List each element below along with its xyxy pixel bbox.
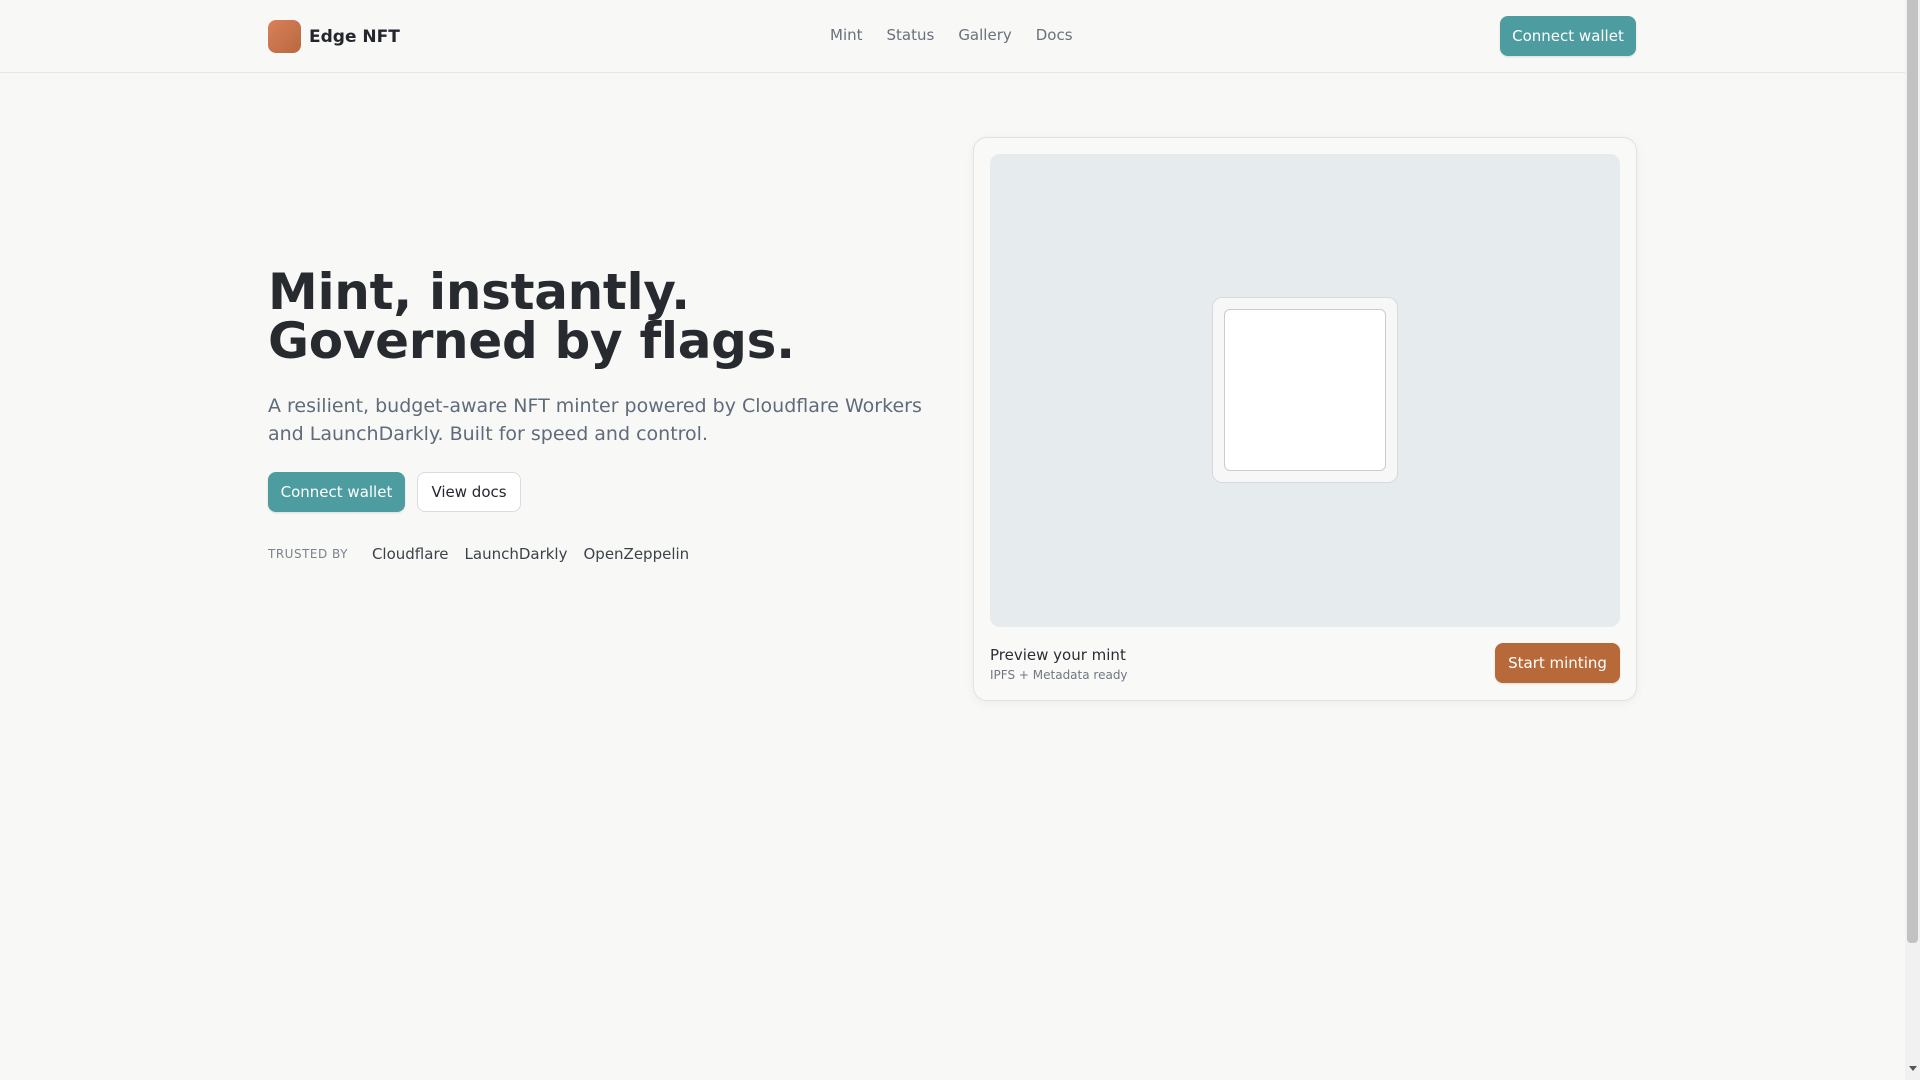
- vertical-scrollbar[interactable]: [1905, 0, 1920, 1080]
- hero-title: Mint, instantly. Governed by flags.: [268, 263, 795, 370]
- scroll-down-arrow-icon[interactable]: [1909, 1066, 1917, 1071]
- header-connect-wallet-button[interactable]: Connect wallet: [1500, 16, 1636, 56]
- trusted-by-label: TRUSTED BY: [268, 547, 348, 561]
- edge-nft-logo-icon: [268, 20, 301, 53]
- mint-preview-area: [990, 154, 1620, 627]
- top-nav-bar: Edge NFT Mint Status Gallery Docs Connec…: [0, 0, 1905, 73]
- start-minting-button[interactable]: Start minting: [1495, 643, 1620, 683]
- preview-title: Preview your mint: [990, 646, 1126, 664]
- view-docs-button[interactable]: View docs: [417, 472, 521, 512]
- card-caption: Preview your mint IPFS + Metadata ready: [990, 646, 1128, 682]
- trusted-item-launchdarkly: LaunchDarkly: [464, 545, 568, 563]
- trusted-item-openzeppelin: OpenZeppelin: [583, 545, 690, 563]
- scrollbar-thumb[interactable]: [1907, 0, 1918, 943]
- preview-subtitle: IPFS + Metadata ready: [990, 668, 1128, 682]
- nav-item-mint[interactable]: Mint: [830, 26, 863, 44]
- hero-subtitle: A resilient, budget-aware NFT minter pow…: [268, 395, 922, 445]
- nft-image-placeholder: [1224, 309, 1386, 471]
- brand-name: Edge NFT: [309, 26, 400, 47]
- nav-item-gallery[interactable]: Gallery: [958, 26, 1011, 44]
- trusted-item-cloudflare: Cloudflare: [371, 545, 449, 563]
- nav-item-docs[interactable]: Docs: [1036, 26, 1073, 44]
- nft-frame: [1212, 297, 1398, 483]
- hero-connect-wallet-button[interactable]: Connect wallet: [268, 472, 405, 512]
- trusted-by-row: TRUSTED BY Cloudflare LaunchDarkly OpenZ…: [268, 545, 705, 563]
- brand[interactable]: Edge NFT: [268, 20, 400, 53]
- nav-item-status[interactable]: Status: [887, 26, 935, 44]
- hero-actions: Connect wallet View docs: [268, 472, 521, 512]
- main-nav: Mint Status Gallery Docs: [830, 26, 1073, 44]
- mint-preview-card: Preview your mint IPFS + Metadata ready …: [973, 137, 1637, 701]
